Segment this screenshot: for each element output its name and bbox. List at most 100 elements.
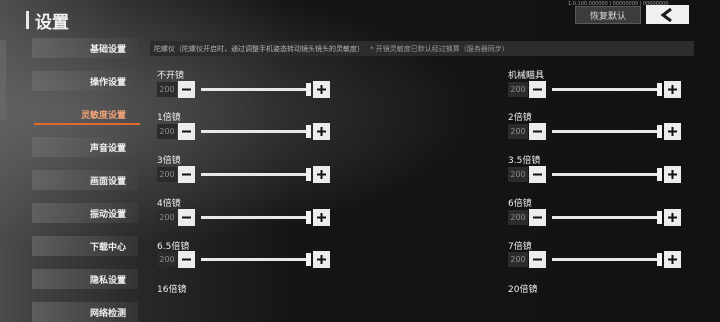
sidebar-item-sensitivity[interactable]: 灵敏度设置	[32, 104, 138, 124]
slider-label: 1倍镜	[157, 113, 181, 123]
slider-handle[interactable]	[657, 125, 662, 138]
decrease-button[interactable]	[529, 166, 546, 183]
slider-handle[interactable]	[306, 253, 311, 266]
slider-handle[interactable]	[306, 83, 311, 96]
slider-track[interactable]	[201, 125, 311, 138]
value-box: 200	[157, 252, 177, 267]
slider-track[interactable]	[201, 211, 311, 224]
chevron-left-icon	[660, 7, 672, 22]
slider-handle[interactable]	[306, 211, 311, 224]
slider-handle[interactable]	[657, 83, 662, 96]
value-box: 200	[157, 167, 177, 182]
sidebar-item-label: 操作设置	[89, 77, 126, 88]
sidebar-item-sound[interactable]: 声音设置	[32, 137, 138, 157]
increase-button[interactable]	[313, 209, 330, 226]
sensitivity-slider-row: 200	[157, 166, 330, 183]
decrease-button[interactable]	[529, 81, 546, 98]
increase-button[interactable]	[313, 81, 330, 98]
sensitivity-slider-row: 200	[508, 123, 681, 140]
title-accent-bar	[26, 11, 29, 29]
sensitivity-slider-row: 200	[508, 81, 681, 98]
sensitivity-slider-row: 200	[157, 251, 330, 268]
decrease-button[interactable]	[529, 123, 546, 140]
slider-label: 6倍镜	[508, 199, 532, 209]
sidebar-item-graphics[interactable]: 画面设置	[32, 170, 138, 190]
slider-fill	[552, 88, 659, 91]
slider-fill	[201, 173, 308, 176]
gyroscope-info-text: 陀螺仪（陀螺仪开启时，通过调整手机姿态转动镜头镜头的灵敏度）	[154, 44, 364, 53]
decrease-button[interactable]	[529, 209, 546, 226]
reset-default-button[interactable]: 恢复默认	[575, 6, 641, 24]
plus-icon	[668, 170, 677, 179]
sidebar-item-downloads[interactable]: 下载中心	[32, 236, 138, 256]
slider-label: 4倍镜	[157, 199, 181, 209]
increase-button[interactable]	[313, 166, 330, 183]
slider-handle[interactable]	[657, 168, 662, 181]
sidebar-item-vibration[interactable]: 振动设置	[32, 203, 138, 223]
plus-icon	[668, 213, 677, 222]
slider-fill	[552, 216, 659, 219]
sidebar-item-network[interactable]: 网络检测	[32, 302, 138, 322]
slider-track[interactable]	[552, 83, 662, 96]
minus-icon	[533, 216, 542, 219]
sidebar-item-label: 下载中心	[89, 242, 126, 253]
increase-button[interactable]	[664, 166, 681, 183]
minus-icon	[533, 130, 542, 133]
minus-icon	[182, 88, 191, 91]
value-box: 200	[157, 210, 177, 225]
sensitivity-slider-row: 200	[508, 209, 681, 226]
slider-fill	[201, 88, 308, 91]
left-edge-decoration	[0, 40, 6, 120]
slider-handle[interactable]	[306, 168, 311, 181]
back-button[interactable]	[646, 5, 689, 24]
plus-icon	[668, 85, 677, 94]
increase-button[interactable]	[664, 251, 681, 268]
decrease-button[interactable]	[178, 209, 195, 226]
sensitivity-slider-row: 200	[157, 81, 330, 98]
slider-track[interactable]	[201, 83, 311, 96]
decrease-button[interactable]	[178, 251, 195, 268]
slider-label: 16倍镜	[157, 285, 187, 295]
slider-fill	[552, 258, 659, 261]
decrease-button[interactable]	[529, 251, 546, 268]
decrease-button[interactable]	[178, 81, 195, 98]
page-title: 设置	[35, 12, 69, 33]
decrease-button[interactable]	[178, 123, 195, 140]
slider-track[interactable]	[552, 125, 662, 138]
slider-handle[interactable]	[306, 125, 311, 138]
slider-label: 3.5倍镜	[508, 156, 541, 166]
minus-icon	[533, 173, 542, 176]
minus-icon	[533, 88, 542, 91]
minus-icon	[182, 173, 191, 176]
slider-fill	[552, 130, 659, 133]
sensitivity-slider-row: 200	[508, 166, 681, 183]
slider-track[interactable]	[552, 168, 662, 181]
decrease-button[interactable]	[178, 166, 195, 183]
slider-track[interactable]	[552, 211, 662, 224]
slider-label: 20倍镜	[508, 285, 538, 295]
slider-handle[interactable]	[657, 253, 662, 266]
gyroscope-info-strip: 陀螺仪（陀螺仪开启时，通过调整手机姿态转动镜头镜头的灵敏度） * 开镜灵敏度已默…	[150, 41, 694, 56]
slider-label: 不开镜	[157, 71, 185, 81]
minus-icon	[182, 216, 191, 219]
increase-button[interactable]	[313, 251, 330, 268]
increase-button[interactable]	[664, 81, 681, 98]
sidebar-item-controls[interactable]: 操作设置	[32, 71, 138, 91]
increase-button[interactable]	[664, 123, 681, 140]
sidebar-item-label: 灵敏度设置	[80, 110, 126, 121]
slider-fill	[201, 258, 308, 261]
increase-button[interactable]	[313, 123, 330, 140]
slider-track[interactable]	[201, 168, 311, 181]
slider-fill	[201, 216, 308, 219]
increase-button[interactable]	[664, 209, 681, 226]
slider-handle[interactable]	[657, 211, 662, 224]
sidebar-item-privacy[interactable]: 隐私设置	[32, 269, 138, 289]
minus-icon	[533, 258, 542, 261]
sensitivity-slider-row: 200	[508, 251, 681, 268]
plus-icon	[317, 127, 326, 136]
sidebar-item-label: 振动设置	[89, 209, 126, 220]
slider-track[interactable]	[552, 253, 662, 266]
slider-track[interactable]	[201, 253, 311, 266]
sidebar-item-basic[interactable]: 基础设置	[32, 38, 138, 58]
sensitivity-slider-row: 200	[157, 123, 330, 140]
